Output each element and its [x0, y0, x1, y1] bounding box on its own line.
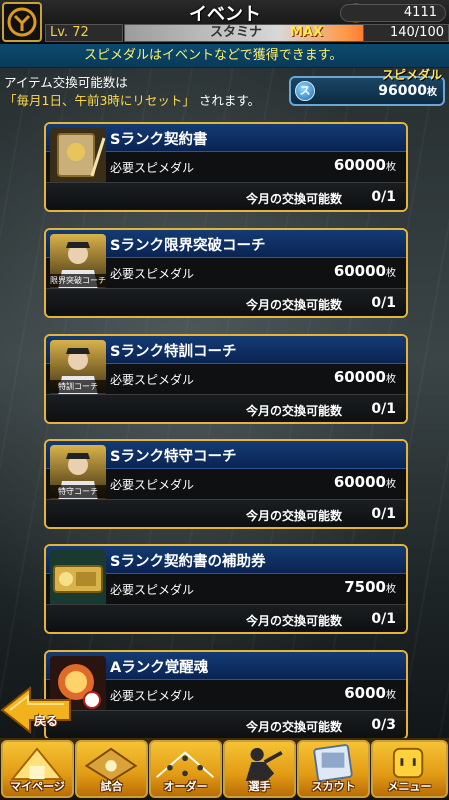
page-title: イベント	[189, 4, 261, 25]
item-required-label: 必要スピメダル	[110, 373, 195, 387]
item-limit-value: 0/3	[371, 717, 396, 733]
item-limit-label: 今月の交換可能数	[246, 404, 343, 418]
nav-player-label: 選手	[248, 780, 271, 793]
item-name: Sランク契約書の補助券	[110, 554, 266, 570]
item-required-label: 必要スピメダル	[110, 689, 195, 703]
item-name: Sランク特守コーチ	[110, 449, 237, 465]
item-required-value: 60000枚	[334, 156, 396, 174]
item-thumb-caption: 特訓コーチ	[50, 380, 106, 393]
nav-mypage[interactable]: マイページ	[1, 740, 74, 798]
item-required-unit: 枚	[386, 374, 396, 385]
item-limit-label: 今月の交換可能数	[246, 509, 343, 523]
exchange-item-card[interactable]: Sランク契約書 必要スピメダル 60000枚今月の交換可能数 0/1	[44, 122, 408, 212]
item-required-amount: 60000	[333, 262, 386, 280]
item-thumb-caption: 限界突破コーチ	[50, 274, 106, 287]
exchange-note-line2: 「毎月1日、午前3時にリセット」 されます。	[4, 92, 260, 110]
item-footer: 今月の交換可能数 0/1	[46, 499, 406, 527]
medal-panel-title: スピメダル	[382, 68, 443, 82]
item-thumb-caption: 特守コーチ	[50, 485, 106, 498]
bottom-nav: マイページ 試合 オーダー 選手 スカウト メニュー	[0, 738, 449, 800]
stamina-value: 140/100	[363, 24, 449, 42]
medal-balance: 96000枚	[378, 83, 437, 99]
team-emblem-icon	[7, 7, 37, 37]
exchange-item-card[interactable]: 特守コーチ Sランク特守コーチ 必要スピメダル 60000枚今月の交換可能数 0/1	[44, 439, 408, 529]
item-limit-value: 0/1	[371, 189, 396, 205]
item-required-label: 必要スピメダル	[110, 161, 195, 175]
item-limit-label: 今月の交換可能数	[246, 298, 343, 312]
exchange-note-line1: アイテム交換可能数は	[4, 75, 128, 90]
item-limit-value: 0/1	[371, 506, 396, 522]
stamina-bar: スタミナ MAX	[124, 24, 384, 42]
item-required-label: 必要スピメダル	[110, 583, 195, 597]
team-logo[interactable]	[2, 2, 42, 42]
item-footer: 今月の交換可能数 0/1	[46, 604, 406, 632]
item-footer: 今月の交換可能数 0/1	[46, 394, 406, 422]
nav-scout-label: スカウト	[311, 780, 356, 793]
item-required-unit: 枚	[386, 162, 396, 173]
exchange-note: アイテム交換可能数は 「毎月1日、午前3時にリセット」 されます。	[4, 74, 260, 110]
nav-menu[interactable]: メニュー	[371, 740, 448, 798]
item-required-amount: 7500	[344, 578, 386, 596]
nav-game[interactable]: 試合	[75, 740, 148, 798]
nav-mypage-label: マイページ	[10, 780, 65, 793]
item-limit-value: 0/1	[371, 611, 396, 627]
exchange-item-card[interactable]: Sランク契約書の補助券 必要スピメダル 7500枚今月の交換可能数 0/1	[44, 544, 408, 634]
item-footer: 今月の交換可能数 0/3	[46, 710, 406, 738]
exchange-note-suffix: されます。	[198, 93, 261, 108]
item-required-unit: 枚	[386, 268, 396, 279]
medal-balance-unit: 枚	[427, 87, 437, 98]
nav-player[interactable]: 選手	[223, 740, 296, 798]
player-level: Lv. 72	[45, 24, 123, 42]
nav-order-label: オーダー	[163, 780, 208, 793]
item-limit-label: 今月の交換可能数	[246, 614, 343, 628]
item-required-value: 60000枚	[334, 473, 396, 491]
item-footer: 今月の交換可能数 0/1	[46, 288, 406, 316]
speed-medal-icon: ス	[295, 81, 315, 101]
stamina-label: スタミナ	[210, 25, 263, 40]
back-button-label[interactable]: 戻る	[34, 712, 58, 729]
item-required-value: 60000枚	[334, 368, 396, 386]
item-limit-label: 今月の交換可能数	[246, 720, 343, 734]
item-footer: 今月の交換可能数 0/1	[46, 182, 406, 210]
item-required-amount: 60000	[333, 368, 386, 386]
item-required-amount: 6000	[344, 684, 386, 702]
info-bar: スピメダルはイベントなどで獲得できます。	[0, 44, 449, 68]
exchange-item-card[interactable]: 特訓コーチ Sランク特訓コーチ 必要スピメダル 60000枚今月の交換可能数 0/1	[44, 334, 408, 424]
item-required-value: 6000枚	[344, 684, 396, 702]
item-limit-value: 0/1	[371, 295, 396, 311]
contract-icon	[50, 128, 106, 184]
nav-order[interactable]: オーダー	[149, 740, 222, 798]
stamina-max-label: MAX	[290, 25, 324, 40]
item-limit-value: 0/1	[371, 401, 396, 417]
item-name: Sランク契約書	[110, 132, 208, 148]
nav-game-label: 試合	[100, 780, 123, 793]
item-required-unit: 枚	[386, 479, 396, 490]
exchange-item-card[interactable]: 限界突破コーチ Sランク限界突破コーチ 必要スピメダル 60000枚今月の交換可能数 0…	[44, 228, 408, 318]
ticket-icon	[50, 550, 106, 606]
item-name: Sランク限界突破コーチ	[110, 238, 266, 254]
exchange-note-reset-text: 「毎月1日、午前3時にリセット」	[4, 93, 195, 108]
item-required-label: 必要スピメダル	[110, 267, 195, 281]
item-required-unit: 枚	[386, 690, 396, 701]
item-required-value: 60000枚	[334, 262, 396, 280]
item-required-amount: 60000	[333, 473, 386, 491]
item-required-unit: 枚	[386, 584, 396, 595]
nav-menu-label: メニュー	[387, 780, 432, 793]
item-name: Aランク覚醒魂	[110, 660, 209, 676]
item-name: Sランク特訓コーチ	[110, 344, 237, 360]
item-required-amount: 60000	[333, 156, 386, 174]
exchange-item-card[interactable]: Aランク覚醒魂 必要スピメダル 6000枚今月の交換可能数 0/3	[44, 650, 408, 740]
item-limit-label: 今月の交換可能数	[246, 192, 343, 206]
nav-scout[interactable]: スカウト	[297, 740, 370, 798]
medal-balance-value: 96000	[378, 83, 427, 99]
coin-counter: 4111	[340, 4, 446, 22]
item-required-label: 必要スピメダル	[110, 478, 195, 492]
item-required-value: 7500枚	[344, 578, 396, 596]
top-bar: イベント 4111 Lv. 72 スタミナ MAX 140/100	[0, 0, 449, 44]
